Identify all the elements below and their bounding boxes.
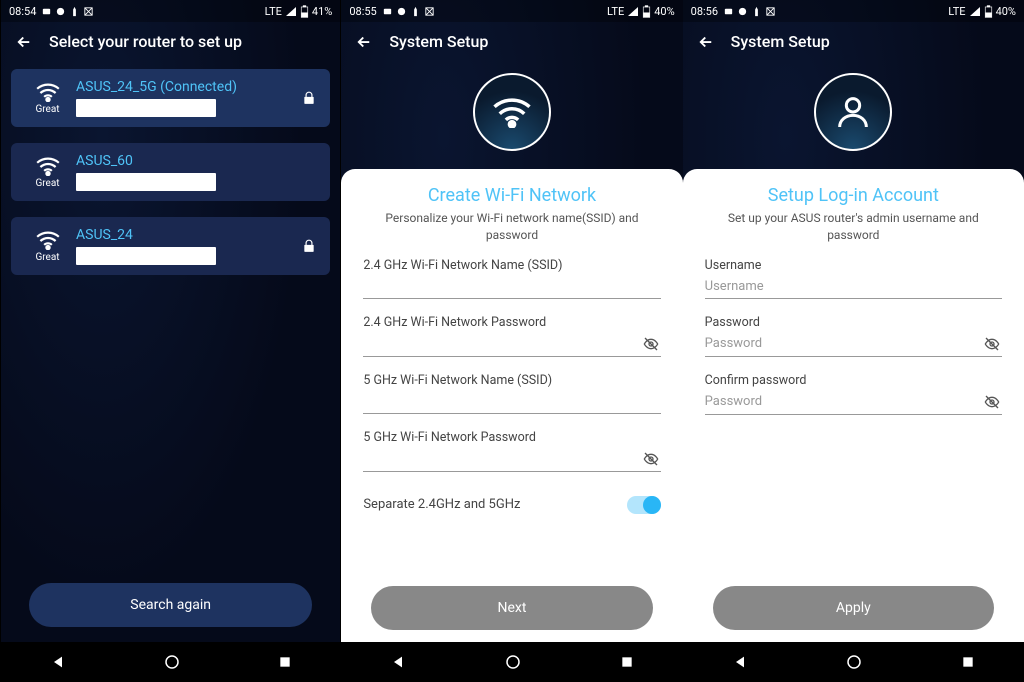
router-name: ASUS_24_5G (Connected) xyxy=(76,79,316,95)
separate-bands-toggle[interactable] xyxy=(627,496,661,514)
status-notif-icons xyxy=(723,6,776,17)
status-time: 08:56 xyxy=(691,5,718,18)
status-notif-icons xyxy=(41,6,94,17)
pwd-24-input[interactable] xyxy=(363,336,640,351)
nav-home-icon[interactable] xyxy=(163,653,181,671)
header: Select your router to set up xyxy=(1,22,340,61)
signal-label: Great xyxy=(35,178,59,189)
lock-icon xyxy=(302,90,316,106)
router-item[interactable]: Great ASUS_24 xyxy=(11,217,330,275)
eye-off-icon[interactable] xyxy=(641,451,661,467)
back-icon[interactable] xyxy=(15,33,33,51)
eye-off-icon[interactable] xyxy=(982,336,1002,352)
wifi-icon xyxy=(35,230,61,250)
router-detail-bar xyxy=(76,247,216,265)
panel-subtitle: Personalize your Wi-Fi network name(SSID… xyxy=(363,210,660,244)
nav-home-icon[interactable] xyxy=(504,653,522,671)
router-list: Great ASUS_24_5G (Connected) Great ASUS_… xyxy=(1,61,340,283)
status-network: LTE xyxy=(948,5,965,18)
password-label: Password xyxy=(705,315,1002,330)
user-circle-icon xyxy=(814,73,892,151)
signal-label: Great xyxy=(35,252,59,263)
router-item[interactable]: Great ASUS_24_5G (Connected) xyxy=(11,69,330,127)
ssid-24-input[interactable] xyxy=(363,279,660,294)
ssid-5-label: 5 GHz Wi-Fi Network Name (SSID) xyxy=(363,373,660,388)
form-panel: Create Wi-Fi Network Personalize your Wi… xyxy=(341,169,682,642)
nav-home-icon[interactable] xyxy=(845,653,863,671)
nav-back-icon[interactable] xyxy=(50,654,66,670)
ssid-24-label: 2.4 GHz Wi-Fi Network Name (SSID) xyxy=(363,258,660,273)
status-network: LTE xyxy=(265,5,282,18)
nav-bar xyxy=(1,642,340,682)
router-name: ASUS_60 xyxy=(76,153,316,169)
next-button[interactable]: Next xyxy=(371,586,652,630)
username-label: Username xyxy=(705,258,1002,273)
header: System Setup xyxy=(683,22,1024,61)
status-bar: 08:54 LTE 41% xyxy=(1,0,340,22)
signal-label: Great xyxy=(35,104,59,115)
signal-icon xyxy=(285,6,297,16)
panel-title: Setup Log-in Account xyxy=(705,185,1002,206)
page-title: System Setup xyxy=(389,32,488,51)
status-time: 08:54 xyxy=(9,5,36,18)
status-bar: 08:56 LTE 40% xyxy=(683,0,1024,22)
status-time: 08:55 xyxy=(349,5,376,18)
pwd-24-label: 2.4 GHz Wi-Fi Network Password xyxy=(363,315,660,330)
battery-icon xyxy=(300,5,309,18)
apply-button[interactable]: Apply xyxy=(713,586,994,630)
status-notif-icons xyxy=(382,6,435,17)
status-battery: 40% xyxy=(996,5,1016,18)
ssid-5-input[interactable] xyxy=(363,394,660,409)
form-panel: Setup Log-in Account Set up your ASUS ro… xyxy=(683,169,1024,642)
router-item[interactable]: Great ASUS_60 xyxy=(11,143,330,201)
panel-subtitle: Set up your ASUS router's admin username… xyxy=(705,210,1002,244)
signal-icon xyxy=(627,6,639,16)
setup-icon-area xyxy=(683,61,1024,169)
lock-icon xyxy=(302,238,316,254)
search-again-button[interactable]: Search again xyxy=(29,583,312,627)
confirm-password-input[interactable] xyxy=(705,394,982,409)
battery-icon xyxy=(984,5,993,18)
status-bar: 08:55 LTE 40% xyxy=(341,0,682,22)
battery-icon xyxy=(642,5,651,18)
screen-login-setup: 08:56 LTE 40% System Setup Setup Log-in … xyxy=(683,0,1024,682)
nav-recent-icon[interactable] xyxy=(620,655,634,669)
pwd-5-input[interactable] xyxy=(363,451,640,466)
router-detail-bar xyxy=(76,99,216,117)
back-icon[interactable] xyxy=(355,33,373,51)
nav-bar xyxy=(341,642,682,682)
nav-back-icon[interactable] xyxy=(732,654,748,670)
nav-recent-icon[interactable] xyxy=(278,655,292,669)
screen-select-router: 08:54 LTE 41% Select your router to set … xyxy=(0,0,341,682)
setup-icon-area xyxy=(341,61,682,169)
back-icon[interactable] xyxy=(697,33,715,51)
status-battery: 40% xyxy=(654,5,674,18)
page-title: Select your router to set up xyxy=(49,32,242,51)
pwd-5-label: 5 GHz Wi-Fi Network Password xyxy=(363,430,660,445)
page-title: System Setup xyxy=(731,32,830,51)
signal-icon xyxy=(969,6,981,16)
nav-back-icon[interactable] xyxy=(390,654,406,670)
wifi-icon xyxy=(35,156,61,176)
eye-off-icon[interactable] xyxy=(641,336,661,352)
status-battery: 41% xyxy=(312,5,332,18)
wifi-circle-icon xyxy=(473,73,551,151)
username-input[interactable] xyxy=(705,279,1002,294)
nav-recent-icon[interactable] xyxy=(961,655,975,669)
screen-wifi-setup: 08:55 LTE 40% System Setup Create Wi-Fi … xyxy=(341,0,682,682)
wifi-icon xyxy=(35,82,61,102)
confirm-password-label: Confirm password xyxy=(705,373,1002,388)
separate-bands-label: Separate 2.4GHz and 5GHz xyxy=(363,497,520,512)
status-network: LTE xyxy=(607,5,624,18)
header: System Setup xyxy=(341,22,682,61)
panel-title: Create Wi-Fi Network xyxy=(363,185,660,206)
router-name: ASUS_24 xyxy=(76,227,316,243)
password-input[interactable] xyxy=(705,336,982,351)
router-detail-bar xyxy=(76,173,216,191)
eye-off-icon[interactable] xyxy=(982,394,1002,410)
nav-bar xyxy=(683,642,1024,682)
